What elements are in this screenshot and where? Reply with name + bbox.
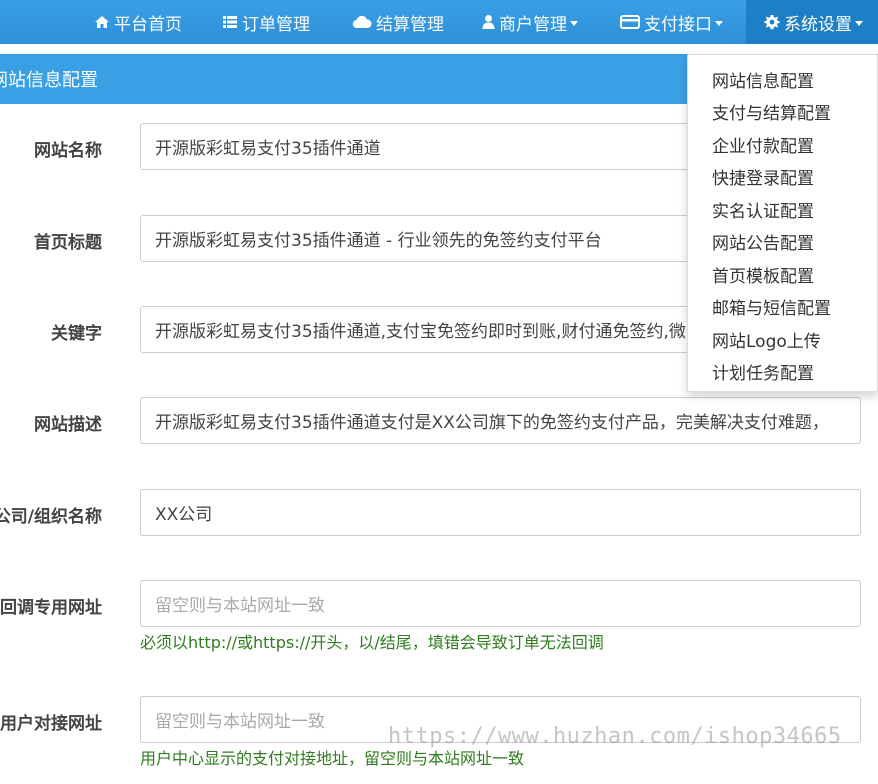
menu-item-homepage-template[interactable]: 首页模板配置: [712, 262, 814, 287]
menu-item-enterprise-payment[interactable]: 企业付款配置: [712, 132, 814, 157]
company-value: XX公司: [155, 505, 213, 525]
cloud-icon: [352, 14, 372, 30]
menu-item-scheduled-tasks[interactable]: 计划任务配置: [712, 359, 814, 384]
menu-item-quick-login[interactable]: 快捷登录配置: [712, 164, 814, 189]
menu-item-email-sms[interactable]: 邮箱与短信配置: [712, 294, 831, 319]
menu-item-site-info[interactable]: 网站信息配置: [712, 67, 814, 92]
keywords-value: 开源版彩虹易支付35插件通道,支付宝免签约即时到账,财付通免签约,微: [155, 322, 686, 342]
site-name-label: 网站名称: [34, 141, 102, 161]
gear-icon: [764, 14, 780, 30]
menu-item-realname-auth[interactable]: 实名认证配置: [712, 197, 814, 222]
user-api-url-label: 用户对接网址: [0, 714, 102, 734]
chevron-down-icon: [855, 20, 863, 26]
credit-card-icon: [620, 14, 640, 30]
nav-payment-label: 支付接口: [644, 14, 712, 35]
user-icon: [482, 14, 495, 30]
nav-home-label: 平台首页: [114, 14, 182, 35]
top-navbar: 平台首页 订单管理 结算管理 商户管理 支付接口 系统设置: [0, 0, 878, 44]
menu-item-logo-upload[interactable]: 网站Logo上传: [712, 327, 821, 352]
list-icon: [222, 14, 238, 30]
chevron-down-icon: [570, 20, 578, 26]
user-api-url-placeholder: 留空则与本站网址一致: [155, 712, 325, 732]
description-input[interactable]: 开源版彩虹易支付35插件通道支付是XX公司旗下的免签约支付产品，完美解决支付难题…: [140, 397, 861, 444]
nav-settings-label: 系统设置: [784, 14, 852, 35]
settings-dropdown-menu: 网站信息配置 支付与结算配置 企业付款配置 快捷登录配置 实名认证配置 网站公告…: [687, 54, 878, 392]
description-value: 开源版彩虹易支付35插件通道支付是XX公司旗下的免签约支付产品，完美解决支付难题…: [155, 413, 829, 433]
nav-merchants-label: 商户管理: [499, 14, 567, 35]
home-title-value: 开源版彩虹易支付35插件通道 - 行业领先的免签约支付平台: [155, 231, 602, 251]
panel-title: 网站信息配置: [0, 70, 98, 91]
nav-settlement-label: 结算管理: [376, 14, 444, 35]
nav-payment[interactable]: 支付接口: [620, 0, 723, 44]
menu-item-payment-settlement[interactable]: 支付与结算配置: [712, 99, 831, 124]
callback-url-label: 回调专用网址: [0, 598, 102, 618]
company-input[interactable]: XX公司: [140, 489, 861, 536]
nav-settings[interactable]: 系统设置: [746, 0, 878, 44]
callback-url-help: 必须以http://或https://开头，以/结尾，填错会导致订单无法回调: [140, 633, 604, 652]
site-name-value: 开源版彩虹易支付35插件通道: [155, 139, 381, 159]
company-label: 公司/组织名称: [0, 507, 102, 527]
menu-item-announcement[interactable]: 网站公告配置: [712, 229, 814, 254]
nav-merchants[interactable]: 商户管理: [482, 0, 578, 44]
watermark-text: https://www.huzhan.com/ishop34665: [388, 724, 842, 749]
home-title-label: 首页标题: [34, 233, 102, 253]
description-label: 网站描述: [34, 415, 102, 435]
callback-url-input[interactable]: 留空则与本站网址一致: [140, 580, 861, 627]
nav-orders[interactable]: 订单管理: [222, 0, 310, 44]
home-icon: [94, 14, 110, 30]
chevron-down-icon: [715, 20, 723, 26]
nav-settlement[interactable]: 结算管理: [352, 0, 444, 44]
callback-url-placeholder: 留空则与本站网址一致: [155, 596, 325, 616]
nav-orders-label: 订单管理: [242, 14, 310, 35]
keywords-label: 关键字: [51, 324, 102, 344]
nav-home[interactable]: 平台首页: [94, 0, 182, 44]
